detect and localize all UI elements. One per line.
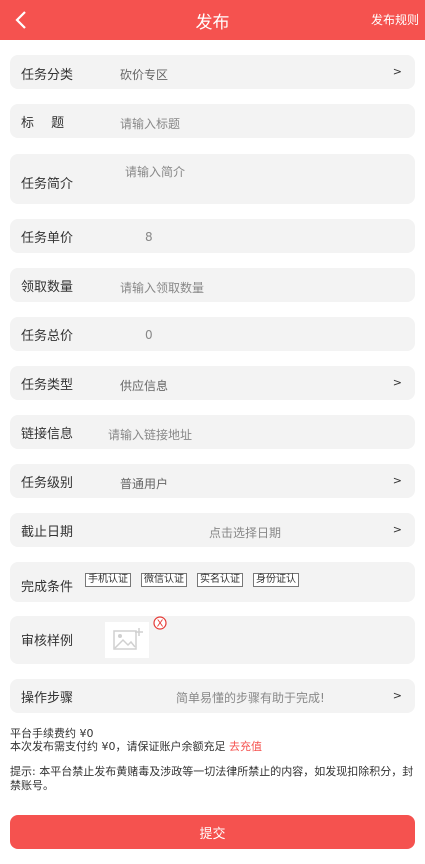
level-value: 普通用户: [120, 477, 169, 491]
condition-tag-idcard[interactable]: 身份证认: [253, 573, 299, 587]
sample-row: 审核样例 X: [10, 616, 415, 664]
intro-textarea[interactable]: 请输入简介: [125, 163, 185, 180]
link-label: 链接信息: [21, 427, 74, 442]
unit-price-label: 任务单价: [21, 231, 74, 246]
title-input[interactable]: 请输入标题: [120, 115, 180, 132]
intro-label: 任务简介: [21, 177, 74, 192]
submit-button[interactable]: 提交: [10, 815, 415, 849]
deadline-row[interactable]: 截止日期 点击选择日期 >: [10, 513, 415, 547]
header-bar: 发布 发布规则: [0, 0, 425, 40]
level-label: 任务级别: [21, 476, 74, 491]
chevron-right-icon: >: [392, 523, 402, 536]
total-price-row: 任务总价 0: [10, 317, 415, 351]
chevron-right-icon: >: [392, 689, 402, 702]
unit-price-row: 任务单价 8: [10, 219, 415, 253]
task-type-label: 任务类型: [21, 378, 74, 393]
notice-text: 提示: 本平台禁止发布黄赌毒及涉政等一切法律所禁止的内容，如发现扣除积分，封禁账…: [10, 765, 414, 792]
total-price-label: 任务总价: [21, 329, 74, 344]
title-row: 标 题 请输入标题: [10, 104, 415, 138]
title-label: 标 题: [21, 116, 65, 131]
intro-row: 任务简介 请输入简介: [10, 154, 415, 204]
conditions-row: 完成条件 手机认证 微信认证 实名认证 身份证认: [10, 562, 415, 602]
payment-note-text: 本次发布需支付约 ¥0，请保证账户余额充足: [10, 740, 229, 753]
steps-label: 操作步骤: [21, 691, 74, 706]
condition-tag-phone[interactable]: 手机认证: [85, 573, 131, 587]
condition-tag-wechat[interactable]: 微信认证: [141, 573, 187, 587]
chevron-right-icon: >: [392, 376, 402, 389]
link-input[interactable]: 请输入链接地址: [108, 426, 192, 443]
level-row[interactable]: 任务级别 普通用户 >: [10, 464, 415, 498]
remove-image-icon[interactable]: X: [153, 616, 167, 630]
unit-price-input[interactable]: 8: [145, 230, 153, 244]
quantity-input[interactable]: 请输入领取数量: [120, 279, 204, 296]
chevron-right-icon: >: [392, 474, 402, 487]
total-price-value: 0: [145, 328, 153, 342]
remove-image-glyph: X: [157, 619, 164, 630]
condition-tag-realname[interactable]: 实名认证: [197, 573, 243, 587]
deadline-label: 截止日期: [21, 525, 74, 540]
platform-fee: 平台手续费约 ¥0: [10, 727, 94, 740]
payment-note: 本次发布需支付约 ¥0，请保证账户余额充足 去充值: [10, 740, 262, 753]
sample-image-upload[interactable]: [105, 622, 149, 658]
chevron-right-icon: >: [392, 65, 402, 78]
quantity-row: 领取数量 请输入领取数量: [10, 268, 415, 302]
quantity-label: 领取数量: [21, 280, 74, 295]
page-title: 发布: [195, 12, 230, 33]
recharge-link[interactable]: 去充值: [229, 740, 262, 753]
add-image-icon: [113, 628, 143, 650]
category-label: 任务分类: [21, 68, 74, 83]
conditions-label: 完成条件: [21, 580, 74, 595]
link-row: 链接信息 请输入链接地址: [10, 415, 415, 449]
steps-input[interactable]: 简单易懂的步骤有助于完成!: [176, 689, 325, 706]
publish-rules-link[interactable]: 发布规则: [371, 11, 419, 28]
task-type-row[interactable]: 任务类型 供应信息 >: [10, 366, 415, 400]
sample-label: 审核样例: [21, 634, 74, 649]
steps-row[interactable]: 操作步骤 简单易懂的步骤有助于完成! >: [10, 679, 415, 713]
category-row[interactable]: 任务分类 砍价专区 >: [10, 55, 415, 89]
task-type-value: 供应信息: [120, 379, 169, 393]
category-value: 砍价专区: [120, 68, 169, 82]
deadline-picker[interactable]: 点击选择日期: [209, 524, 281, 541]
back-arrow-icon[interactable]: [12, 10, 30, 30]
